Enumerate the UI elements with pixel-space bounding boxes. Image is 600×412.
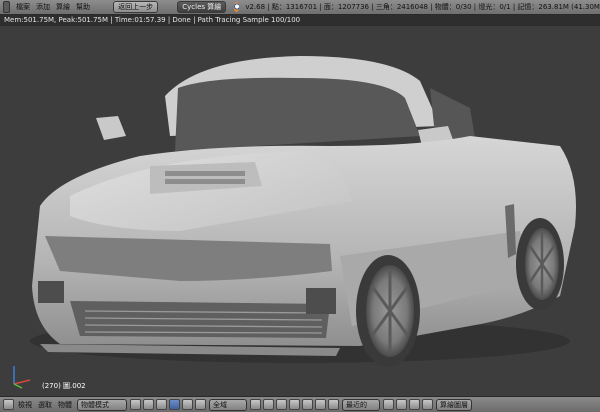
rotate-icon[interactable] [182, 399, 193, 410]
magnet-icon[interactable] [328, 399, 339, 410]
layer-icon[interactable] [276, 399, 287, 410]
layer-icon[interactable] [250, 399, 261, 410]
scale-icon[interactable] [195, 399, 206, 410]
scene-stats: v2.68 | 點：1316701 | 面：1207736 | 三角：24160… [245, 3, 600, 11]
viewport-shading-icon[interactable] [130, 399, 141, 410]
mode-select[interactable]: 物體模式 [77, 398, 127, 411]
info-header: 檔案 添加 算繪 幫助 返回上一步 Cycles 算繪 v2.68 | 點：13… [0, 0, 600, 15]
render-icon[interactable] [409, 399, 420, 410]
render-engine-select[interactable]: Cycles 算繪 [177, 1, 227, 13]
3d-viewport[interactable]: (270) 圖.002 [0, 26, 600, 396]
editor-type-icon[interactable] [3, 399, 14, 410]
translate-icon[interactable] [169, 399, 180, 410]
frame-object-label: (270) 圖.002 [42, 382, 86, 390]
menu-help[interactable]: 幫助 [73, 2, 93, 12]
screenshot-icon[interactable] [422, 399, 433, 410]
render-status-text: Mem:501.75M, Peak:501.75M | Time:01:57.3… [0, 15, 600, 26]
snap-align-icon[interactable] [383, 399, 394, 410]
undo-button[interactable]: 返回上一步 [113, 1, 159, 13]
menu-select[interactable]: 選取 [35, 400, 55, 410]
view3d-header: 檢視 選取 物體 物體模式 全域 最近的 算繪圖層 [0, 396, 600, 412]
lock-icon[interactable] [315, 399, 326, 410]
blender-logo-icon [234, 2, 240, 12]
manipulator-icon[interactable] [156, 399, 167, 410]
render-layer-button[interactable]: 算繪圖層 [436, 398, 472, 411]
menu-file[interactable]: 檔案 [13, 2, 33, 12]
axis-gizmo-icon [13, 366, 31, 389]
menu-add[interactable]: 添加 [33, 2, 53, 12]
menu-object[interactable]: 物體 [55, 400, 75, 410]
snap-target-select[interactable]: 最近的 [342, 398, 380, 411]
proportional-edit-icon[interactable] [396, 399, 407, 410]
pivot-point-icon[interactable] [143, 399, 154, 410]
layer-icon[interactable] [302, 399, 313, 410]
editor-type-icon[interactable] [3, 1, 11, 13]
transform-orientation-select[interactable]: 全域 [209, 398, 247, 411]
menu-render[interactable]: 算繪 [53, 2, 73, 12]
layer-icon[interactable] [263, 399, 274, 410]
rendered-car-image [30, 56, 576, 367]
layer-icon[interactable] [289, 399, 300, 410]
menu-view[interactable]: 檢視 [15, 400, 35, 410]
